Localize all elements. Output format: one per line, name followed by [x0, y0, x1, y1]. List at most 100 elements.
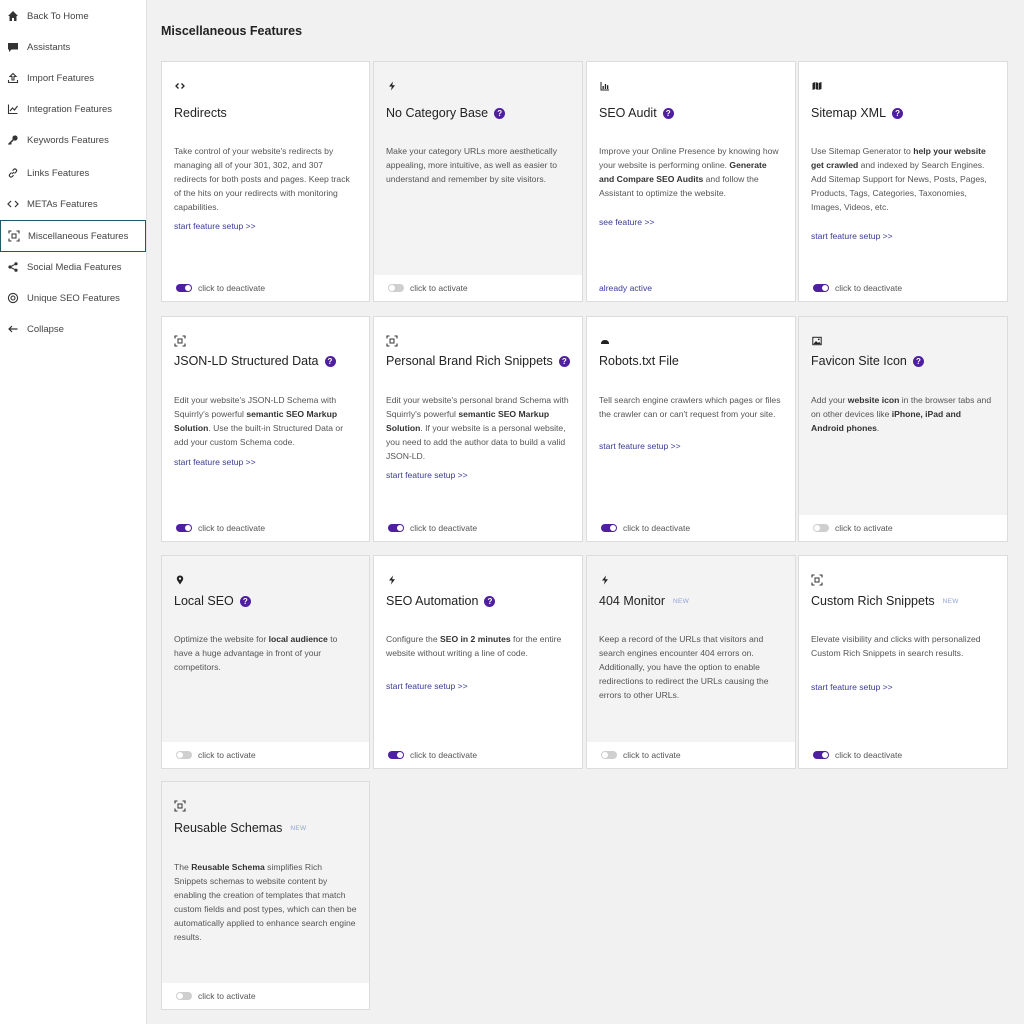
bolt-icon [386, 574, 398, 586]
feature-title-text: Sitemap XML [811, 106, 887, 120]
toggle-label[interactable]: click to deactivate [198, 283, 265, 293]
feature-toggle[interactable] [813, 751, 829, 759]
sidebar-item-miscellaneous-features[interactable]: Miscellaneous Features [0, 220, 146, 252]
feature-title: Robots.txt File [599, 354, 679, 368]
feature-toggle[interactable] [388, 284, 404, 292]
help-icon[interactable]: ? [892, 107, 904, 119]
scan-icon [7, 229, 21, 243]
help-icon[interactable]: ? [494, 107, 506, 119]
feature-footer: click to deactivate [162, 275, 369, 301]
toggle-label[interactable]: click to activate [835, 523, 893, 533]
sidebar-item-links-features[interactable]: Links Features [0, 158, 146, 188]
feature-title-text: Redirects [174, 106, 227, 120]
toggle-label[interactable]: click to deactivate [623, 523, 690, 533]
share-icon [6, 260, 20, 274]
scan-icon [386, 335, 398, 347]
feature-title: No Category Base? [386, 106, 506, 120]
sidebar-item-social-media-features[interactable]: Social Media Features [0, 252, 146, 282]
feature-toggle[interactable] [176, 751, 192, 759]
sidebar-item-integration-features[interactable]: Integration Features [0, 94, 146, 124]
sidebar-item-label: Keywords Features [27, 134, 109, 146]
key-icon [6, 133, 20, 147]
feature-title-text: Custom Rich Snippets [811, 594, 935, 608]
feature-footer: click to activate [162, 742, 369, 768]
feature-description: Use Sitemap Generator to help your websi… [811, 146, 987, 212]
feature-setup-link[interactable]: start feature setup >> [174, 457, 256, 467]
toggle-label[interactable]: click to deactivate [835, 750, 902, 760]
feature-description: Take control of your website's redirects… [174, 146, 350, 212]
sidebar-item-label: Import Features [27, 72, 95, 84]
feature-setup-link[interactable]: start feature setup >> [174, 221, 256, 231]
sidebar-item-keywords-features[interactable]: Keywords Features [0, 125, 146, 155]
sidebar-item-collapse[interactable]: Collapse [0, 314, 146, 344]
feature-toggle[interactable] [813, 284, 829, 292]
feature-title: SEO Automation? [386, 594, 496, 608]
arrow-left-icon [6, 322, 20, 336]
feature-setup-link[interactable]: start feature setup >> [599, 441, 681, 451]
toggle-knob [822, 285, 828, 291]
scan-icon [174, 800, 186, 812]
help-icon[interactable]: ? [558, 355, 570, 367]
toggle-label[interactable]: click to activate [410, 283, 468, 293]
sidebar-item-import-features[interactable]: Import Features [0, 63, 146, 93]
help-icon[interactable]: ? [239, 595, 251, 607]
toggle-label[interactable]: click to activate [198, 750, 256, 760]
feature-toggle[interactable] [601, 524, 617, 532]
toggle-knob [602, 752, 608, 758]
feature-setup-link[interactable]: start feature setup >> [811, 231, 893, 241]
feature-setup-link[interactable]: start feature setup >> [386, 470, 468, 480]
sidebar-item-unique-seo-features[interactable]: Unique SEO Features [0, 283, 146, 313]
feature-card-favicon-site-icon: Favicon Site Icon? Add your website icon … [798, 316, 1008, 542]
feature-title: Redirects [174, 106, 227, 120]
feature-toggle[interactable] [176, 992, 192, 1000]
help-icon[interactable]: ? [324, 355, 336, 367]
feature-toggle[interactable] [176, 284, 192, 292]
bar-chart-icon [599, 80, 611, 92]
chart-line-icon [6, 102, 20, 116]
feature-title-text: Personal Brand Rich Snippets [386, 354, 553, 368]
feature-footer: click to activate [587, 742, 795, 768]
feature-setup-link[interactable]: start feature setup >> [811, 682, 893, 692]
feature-title-text: SEO Audit [599, 106, 657, 120]
toggle-label[interactable]: click to deactivate [410, 523, 477, 533]
feature-toggle[interactable] [601, 751, 617, 759]
feature-card-404-monitor: 404 Monitor NEW Keep a record of the URLs … [586, 555, 796, 769]
toggle-label[interactable]: click to deactivate [410, 750, 477, 760]
sidebar-item-label: Links Features [27, 167, 90, 179]
feature-card-sitemap-xml: Sitemap XML? Use Sitemap Generator to hel… [798, 61, 1008, 302]
toggle-label[interactable]: click to activate [198, 991, 256, 1001]
feature-card-seo-audit: SEO Audit? Improve your Online Presence b… [586, 61, 796, 302]
feature-footer: click to deactivate [162, 515, 369, 541]
sidebar-item-metas-features[interactable]: METAs Features [0, 189, 146, 219]
feature-setup-link[interactable]: start feature setup >> [386, 681, 468, 691]
feature-toggle[interactable] [176, 524, 192, 532]
toggle-label[interactable]: click to activate [623, 750, 681, 760]
help-icon[interactable]: ? [662, 107, 674, 119]
feature-title: Custom Rich Snippets NEW [811, 594, 959, 608]
feature-footer: click to deactivate [799, 742, 1007, 768]
feature-description: Edit your website's personal brand Schem… [386, 395, 569, 461]
feature-toggle[interactable] [388, 751, 404, 759]
feature-title: Favicon Site Icon? [811, 354, 924, 368]
toggle-knob [610, 525, 616, 531]
feature-description: Add your website icon in the browser tab… [811, 395, 992, 433]
toggle-label[interactable]: click to deactivate [835, 283, 902, 293]
feature-title-text: SEO Automation [386, 594, 479, 608]
sidebar-item-back-to-home[interactable]: Back To Home [0, 1, 146, 31]
feature-description: Edit your website's JSON-LD Schema with … [174, 395, 344, 447]
sidebar-item-label: METAs Features [27, 198, 98, 210]
feature-title-text: 404 Monitor [599, 594, 666, 608]
sidebar-item-label: Back To Home [27, 10, 89, 22]
help-icon[interactable]: ? [912, 355, 924, 367]
feature-card-json-ld-structured-data: JSON-LD Structured Data? Edit your websit… [161, 316, 370, 542]
feature-toggle[interactable] [813, 524, 829, 532]
sidebar-item-assistants[interactable]: Assistants [0, 32, 146, 62]
feature-footer: click to activate [162, 983, 369, 1009]
feature-toggle[interactable] [388, 524, 404, 532]
feature-description: Make your category URLs more aesthetical… [386, 146, 558, 184]
feature-footer: click to deactivate [374, 515, 582, 541]
toggle-label[interactable]: click to deactivate [198, 523, 265, 533]
help-icon[interactable]: ? [484, 595, 496, 607]
feature-footer: click to deactivate [799, 275, 1007, 301]
feature-setup-link[interactable]: see feature >> [599, 217, 654, 227]
